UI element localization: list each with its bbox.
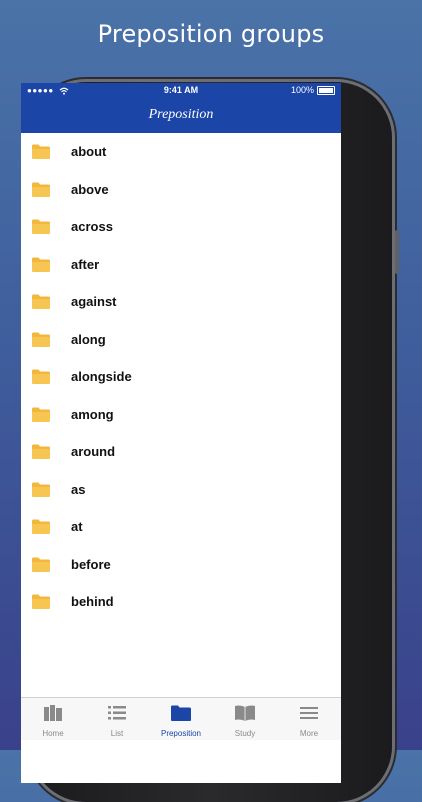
tab-bar: Home List Preposition Study More bbox=[21, 697, 341, 740]
list-item[interactable]: around bbox=[21, 433, 341, 471]
books-icon bbox=[42, 704, 64, 727]
tab-label: Study bbox=[234, 729, 256, 738]
battery-icon bbox=[317, 85, 335, 95]
list-item-label: across bbox=[71, 219, 113, 235]
tab-label: List bbox=[110, 729, 124, 738]
tab-label: Preposition bbox=[160, 729, 202, 738]
list-item-label: along bbox=[71, 331, 106, 347]
list-item-label: after bbox=[71, 256, 100, 272]
folder-icon bbox=[32, 257, 50, 272]
open-book-icon bbox=[234, 704, 256, 727]
list-item[interactable]: behind bbox=[21, 583, 341, 621]
menu-icon bbox=[298, 704, 320, 727]
list-item-label: before bbox=[71, 556, 111, 572]
list-item[interactable]: at bbox=[21, 508, 341, 546]
list-item[interactable]: against bbox=[21, 283, 341, 321]
list-item-label: alongside bbox=[71, 369, 132, 385]
list-item[interactable]: after bbox=[21, 245, 341, 283]
list-item[interactable]: across bbox=[21, 208, 341, 246]
list-item-label: against bbox=[71, 294, 117, 310]
list-item-label: as bbox=[71, 481, 86, 497]
folder-icon bbox=[32, 519, 50, 535]
list-item[interactable]: along bbox=[21, 320, 341, 358]
list-item[interactable]: alongside bbox=[21, 358, 341, 396]
folder-icon bbox=[32, 482, 50, 497]
tab-more[interactable]: More bbox=[277, 698, 341, 740]
list-item-label: about bbox=[71, 144, 107, 160]
folder-icon bbox=[32, 444, 50, 460]
folder-icon bbox=[32, 294, 50, 310]
list-item-label: above bbox=[71, 181, 109, 197]
list-item-label: around bbox=[71, 444, 116, 460]
phone-screen: ●●●●● 9:41 AM 100% Preposition about abov… bbox=[21, 83, 341, 783]
preposition-list: about above across after against along alongsi… bbox=[21, 133, 341, 621]
list-item[interactable]: about bbox=[21, 133, 341, 171]
list-item[interactable]: among bbox=[21, 395, 341, 433]
folder-icon bbox=[32, 557, 50, 572]
tab-label: More bbox=[299, 729, 319, 738]
folder-icon bbox=[32, 219, 50, 235]
battery-percent: 100% bbox=[290, 85, 314, 95]
list-icon bbox=[106, 704, 128, 727]
list-item-label: behind bbox=[71, 594, 114, 610]
tab-label: Home bbox=[42, 729, 64, 738]
list-item-label: at bbox=[71, 519, 83, 535]
page-title: Preposition bbox=[148, 107, 214, 122]
folder-icon bbox=[32, 407, 50, 422]
folder-icon bbox=[32, 332, 50, 347]
power-button bbox=[395, 230, 399, 274]
list-item-label: among bbox=[71, 406, 114, 422]
status-bar: ●●●●● 9:41 AM 100% bbox=[21, 83, 341, 99]
tab-preposition[interactable]: Preposition bbox=[149, 698, 213, 740]
list-item[interactable]: as bbox=[21, 470, 341, 508]
folder-icon bbox=[32, 182, 50, 197]
promo-title: Preposition groups bbox=[97, 20, 325, 48]
nav-bar: Preposition bbox=[21, 99, 341, 133]
folder-icon bbox=[32, 144, 50, 160]
tab-list[interactable]: List bbox=[85, 698, 149, 740]
folder-icon bbox=[170, 704, 192, 727]
list-item[interactable]: before bbox=[21, 545, 341, 583]
tab-study[interactable]: Study bbox=[213, 698, 277, 740]
folder-icon bbox=[32, 594, 50, 610]
folder-icon bbox=[32, 369, 50, 385]
tab-home[interactable]: Home bbox=[21, 698, 85, 740]
battery-indicator: 100% bbox=[291, 85, 335, 95]
list-item[interactable]: above bbox=[21, 170, 341, 208]
